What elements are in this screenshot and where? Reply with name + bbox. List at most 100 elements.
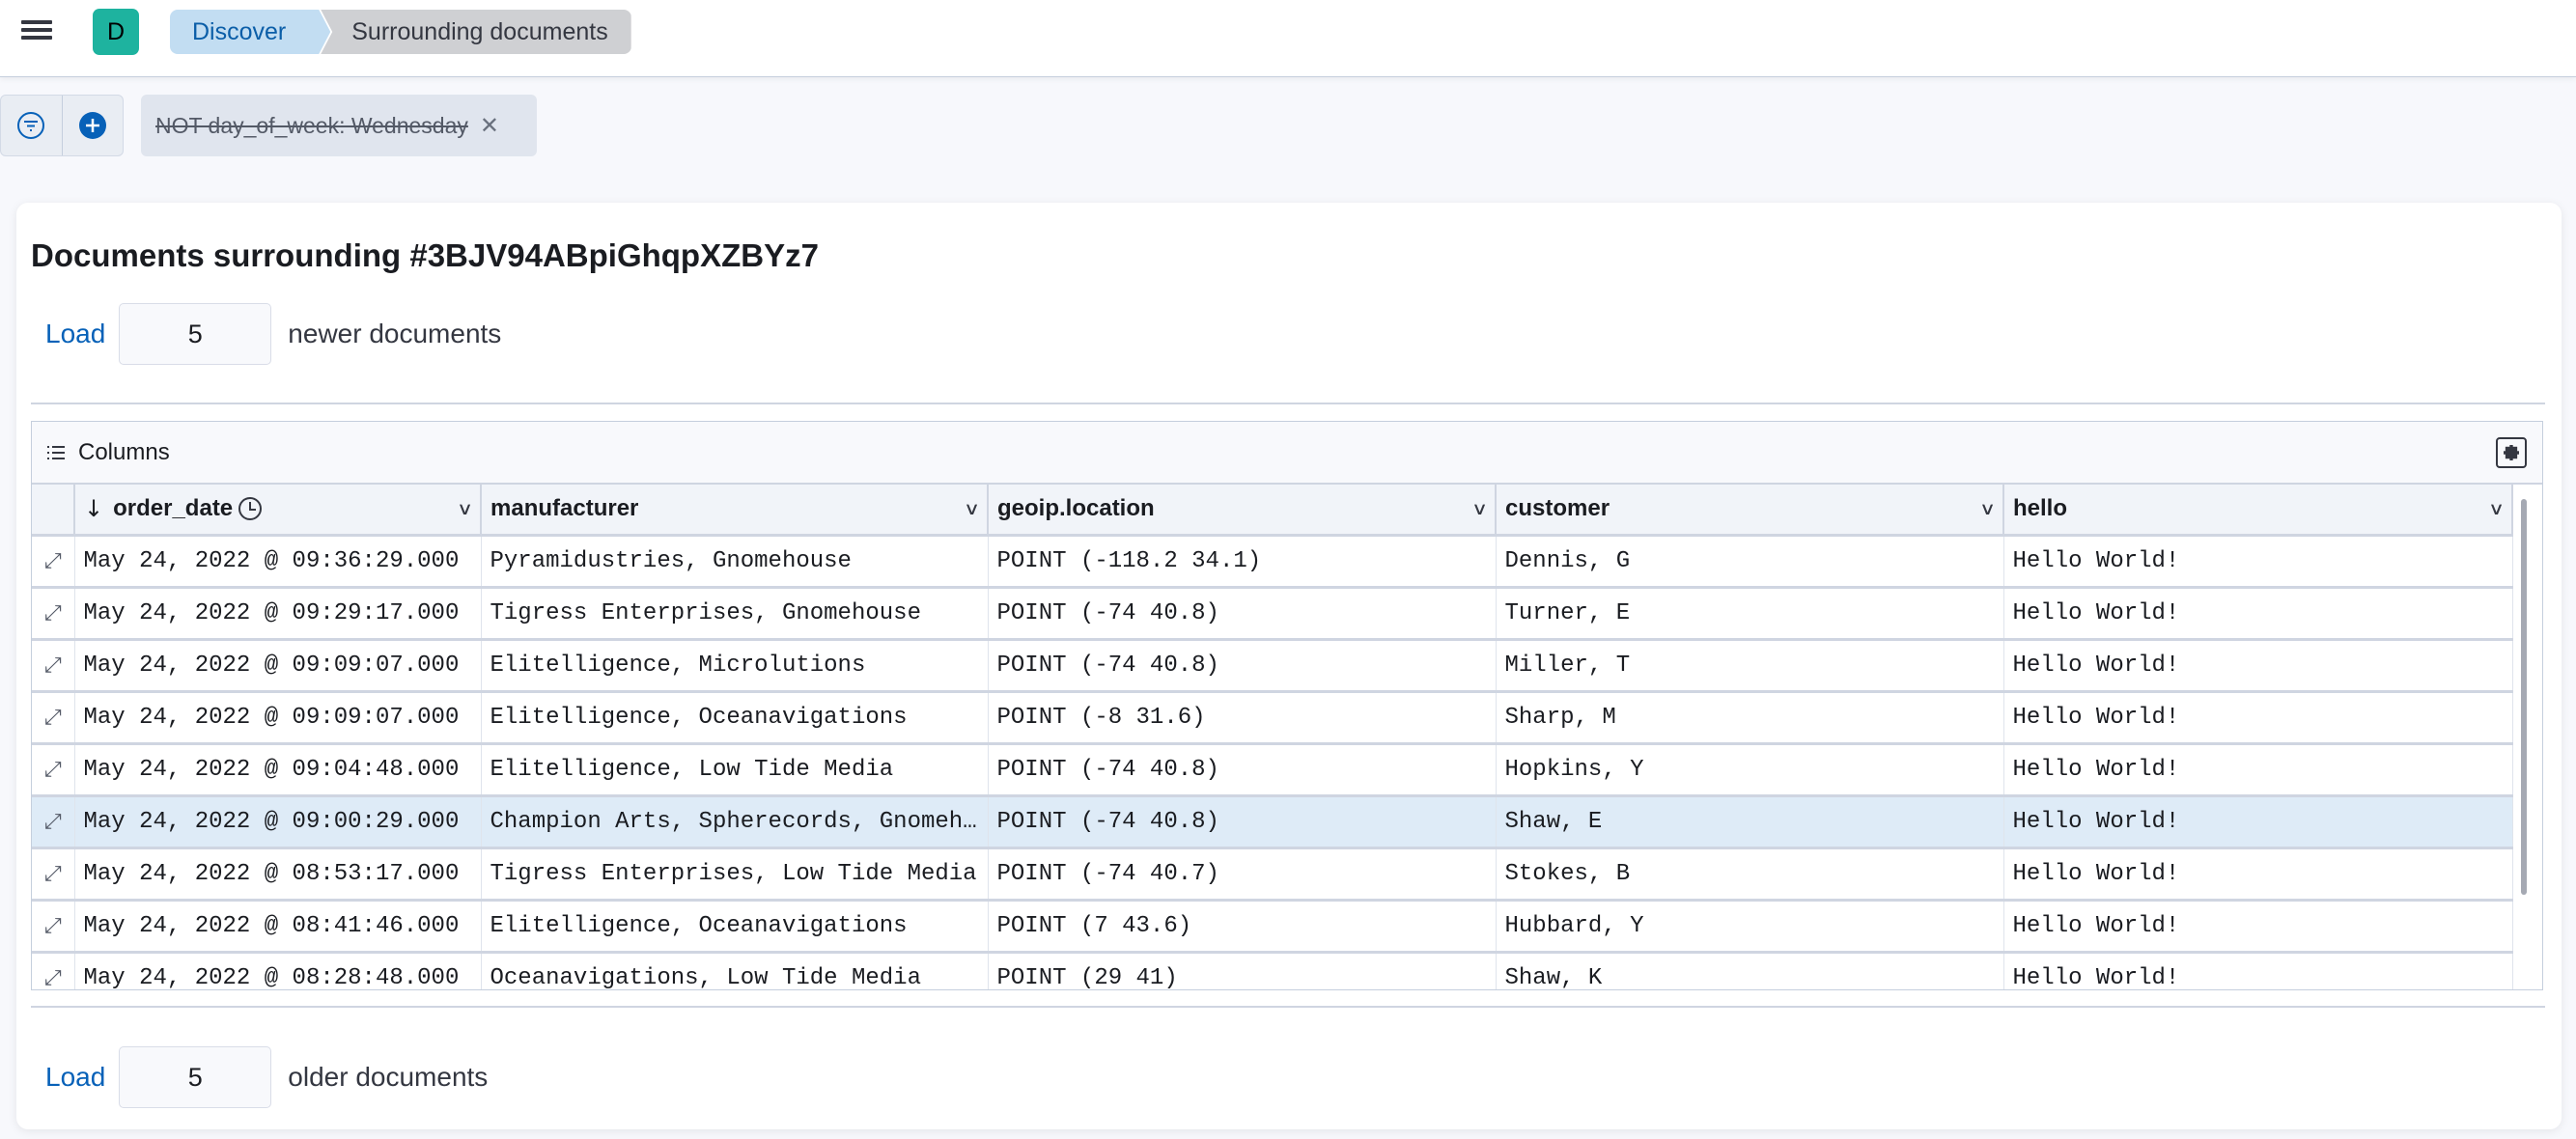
cell-manufacturer[interactable]: Oceanavigations, Low Tide Media: [481, 952, 989, 989]
breadcrumb-surrounding-documents: Surrounding documents: [321, 10, 631, 54]
table-row[interactable]: ⤢ May 24, 2022 @ 09:09:07.000 Elitelligenc…: [32, 691, 2513, 745]
fullscreen-icon[interactable]: [2496, 437, 2527, 468]
table-row[interactable]: ⤢ May 24, 2022 @ 08:53:17.000 Tigress Ente…: [32, 847, 2513, 902]
column-header-customer[interactable]: customer ∨: [1496, 485, 2004, 537]
cell-manufacturer[interactable]: Elitelligence, Oceanavigations: [481, 900, 989, 954]
column-header-manufacturer[interactable]: manufacturer ∨: [481, 485, 989, 537]
newer-count-input[interactable]: [119, 303, 272, 365]
filter-menu-button[interactable]: [1, 96, 62, 155]
load-older-button[interactable]: Load: [45, 1062, 105, 1093]
cell-hello[interactable]: Hello World!: [2003, 900, 2513, 954]
expand-icon[interactable]: ⤢: [32, 639, 75, 693]
load-older-row: Load older documents: [45, 1046, 488, 1108]
cell-customer[interactable]: Hopkins, Y: [1496, 743, 2004, 797]
cell-hello[interactable]: Hello World!: [2003, 847, 2513, 902]
expand-icon[interactable]: ⤢: [32, 691, 75, 745]
cell-hello[interactable]: Hello World!: [2003, 952, 2513, 989]
chevron-down-icon[interactable]: ∨: [1471, 499, 1488, 519]
top-header: D Discover Surrounding documents: [0, 0, 2576, 77]
column-label: geoip.location: [997, 495, 1155, 522]
table-row-anchor[interactable]: ⤢ May 24, 2022 @ 09:00:29.000 Champion Art…: [32, 795, 2513, 849]
sort-desc-icon[interactable]: ↓: [84, 495, 103, 522]
cell-customer[interactable]: Shaw, E: [1496, 795, 2004, 849]
filter-pill[interactable]: NOT day_of_week: Wednesday ✕: [141, 95, 537, 156]
cell-geoip-location[interactable]: POINT (7 43.6): [988, 900, 1497, 954]
cell-geoip-location[interactable]: POINT (-74 40.8): [988, 587, 1497, 641]
cell-customer[interactable]: Turner, E: [1496, 587, 2004, 641]
cell-order-date[interactable]: May 24, 2022 @ 08:28:48.000: [74, 952, 482, 989]
menu-icon[interactable]: [21, 16, 58, 47]
column-label: customer: [1505, 495, 1610, 522]
chevron-down-icon[interactable]: ∨: [2488, 499, 2505, 519]
table-row[interactable]: ⤢ May 24, 2022 @ 09:36:29.000 Pyramidustri…: [32, 535, 2513, 589]
cell-customer[interactable]: Dennis, G: [1496, 535, 2004, 589]
vertical-scrollbar[interactable]: [2521, 499, 2527, 895]
cell-geoip-location[interactable]: POINT (-74 40.7): [988, 847, 1497, 902]
cell-hello[interactable]: Hello World!: [2003, 795, 2513, 849]
divider: [31, 1006, 2545, 1008]
column-label: hello: [2013, 495, 2068, 522]
older-count-input[interactable]: [119, 1046, 272, 1108]
cell-hello[interactable]: Hello World!: [2003, 535, 2513, 589]
expand-icon[interactable]: ⤢: [32, 535, 75, 589]
cell-order-date[interactable]: May 24, 2022 @ 09:09:07.000: [74, 639, 482, 693]
table-row[interactable]: ⤢ May 24, 2022 @ 09:04:48.000 Elitelligenc…: [32, 743, 2513, 797]
cell-manufacturer[interactable]: Tigress Enterprises, Gnomehouse: [481, 587, 989, 641]
column-header-order-date[interactable]: ↓ order_date ∨: [74, 485, 482, 537]
cell-manufacturer[interactable]: Champion Arts, Spherecords, Gnomehouse: [481, 795, 989, 849]
cell-customer[interactable]: Stokes, B: [1496, 847, 2004, 902]
chevron-down-icon[interactable]: ∨: [964, 499, 980, 519]
table-row[interactable]: ⤢ May 24, 2022 @ 08:28:48.000 Oceanavigati…: [32, 952, 2513, 989]
expand-icon[interactable]: ⤢: [32, 587, 75, 641]
divider: [31, 403, 2545, 404]
cell-manufacturer[interactable]: Elitelligence, Oceanavigations: [481, 691, 989, 745]
cell-order-date[interactable]: May 24, 2022 @ 09:04:48.000: [74, 743, 482, 797]
filter-icon: [17, 112, 45, 139]
expand-icon[interactable]: ⤢: [32, 795, 75, 849]
table-header-row: ↓ order_date ∨ manufacturer ∨ geoip.locatio…: [32, 485, 2513, 537]
cell-manufacturer[interactable]: Pyramidustries, Gnomehouse: [481, 535, 989, 589]
cell-geoip-location[interactable]: POINT (-118.2 34.1): [988, 535, 1497, 589]
close-icon[interactable]: ✕: [480, 112, 499, 140]
table-row[interactable]: ⤢ May 24, 2022 @ 09:09:07.000 Elitelligenc…: [32, 639, 2513, 693]
cell-geoip-location[interactable]: POINT (29 41): [988, 952, 1497, 989]
cell-manufacturer[interactable]: Elitelligence, Low Tide Media: [481, 743, 989, 797]
cell-customer[interactable]: Shaw, K: [1496, 952, 2004, 989]
cell-order-date[interactable]: May 24, 2022 @ 09:00:29.000: [74, 795, 482, 849]
load-newer-button[interactable]: Load: [45, 319, 105, 349]
table-row[interactable]: ⤢ May 24, 2022 @ 09:29:17.000 Tigress Ente…: [32, 587, 2513, 641]
cell-manufacturer[interactable]: Elitelligence, Microlutions: [481, 639, 989, 693]
cell-order-date[interactable]: May 24, 2022 @ 08:41:46.000: [74, 900, 482, 954]
column-header-hello[interactable]: hello ∨: [2003, 485, 2513, 537]
cell-hello[interactable]: Hello World!: [2003, 743, 2513, 797]
cell-order-date[interactable]: May 24, 2022 @ 08:53:17.000: [74, 847, 482, 902]
cell-customer[interactable]: Hubbard, Y: [1496, 900, 2004, 954]
cell-hello[interactable]: Hello World!: [2003, 639, 2513, 693]
cell-customer[interactable]: Sharp, M: [1496, 691, 2004, 745]
table-row[interactable]: ⤢ May 24, 2022 @ 08:41:46.000 Elitelligenc…: [32, 900, 2513, 954]
columns-button[interactable]: Columns: [47, 439, 170, 466]
space-avatar[interactable]: D: [93, 9, 139, 55]
expand-icon[interactable]: ⤢: [32, 743, 75, 797]
cell-customer[interactable]: Miller, T: [1496, 639, 2004, 693]
cell-geoip-location[interactable]: POINT (-74 40.8): [988, 743, 1497, 797]
expand-icon[interactable]: ⤢: [32, 847, 75, 902]
documents-grid: Columns ↓ order_date ∨ manufacturer ∨ ge…: [31, 421, 2543, 990]
cell-geoip-location[interactable]: POINT (-8 31.6): [988, 691, 1497, 745]
chevron-down-icon[interactable]: ∨: [1979, 499, 1996, 519]
cell-order-date[interactable]: May 24, 2022 @ 09:09:07.000: [74, 691, 482, 745]
cell-hello[interactable]: Hello World!: [2003, 691, 2513, 745]
chevron-down-icon[interactable]: ∨: [457, 499, 473, 519]
column-header-geoip-location[interactable]: geoip.location ∨: [988, 485, 1497, 537]
cell-order-date[interactable]: May 24, 2022 @ 09:29:17.000: [74, 587, 482, 641]
expand-icon[interactable]: ⤢: [32, 952, 75, 989]
add-filter-button[interactable]: [61, 96, 123, 155]
expand-icon[interactable]: ⤢: [32, 900, 75, 954]
cell-hello[interactable]: Hello World!: [2003, 587, 2513, 641]
cell-order-date[interactable]: May 24, 2022 @ 09:36:29.000: [74, 535, 482, 589]
cell-manufacturer[interactable]: Tigress Enterprises, Low Tide Media: [481, 847, 989, 902]
cell-geoip-location[interactable]: POINT (-74 40.8): [988, 795, 1497, 849]
breadcrumb: Discover Surrounding documents: [170, 10, 631, 54]
cell-geoip-location[interactable]: POINT (-74 40.8): [988, 639, 1497, 693]
breadcrumb-discover[interactable]: Discover: [170, 10, 330, 54]
